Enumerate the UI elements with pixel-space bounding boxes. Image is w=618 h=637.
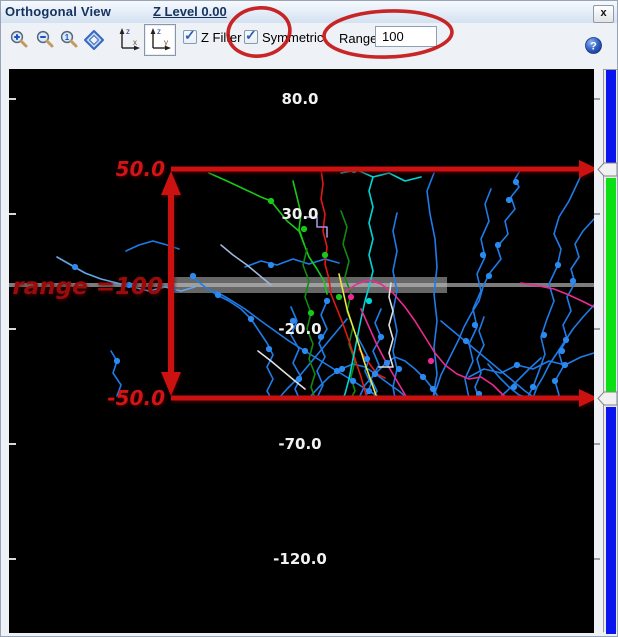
axis-zy-button[interactable]: z y [144, 24, 176, 56]
gutter-tick [594, 98, 600, 100]
slider-handle-lower[interactable] [597, 391, 618, 406]
gutter-tick [594, 558, 600, 560]
zoom-actual-button[interactable]: 1 [59, 29, 81, 51]
axis-zx-icon: z x [113, 41, 143, 58]
zoom-in-button[interactable] [9, 29, 31, 51]
lower-range-value: -50.0 [107, 386, 165, 410]
range-input[interactable] [375, 26, 437, 47]
slider-gutter [594, 69, 603, 633]
axis-label: 30.0 [281, 205, 318, 223]
axis-label: -20.0 [278, 320, 321, 338]
z-filter-label: Z Filter [201, 30, 241, 45]
gutter-tick [594, 213, 600, 215]
slider-handle-upper[interactable] [597, 162, 618, 177]
titlebar[interactable]: Orthogonal View Z Level 0.00 x [1, 1, 617, 24]
magnifier-minus-icon [35, 29, 57, 51]
magnifier-one-icon: 1 [59, 29, 81, 51]
close-button[interactable]: x [593, 5, 614, 23]
neuron-viewport[interactable]: 80.0 30.0 -20.0 -70.0 -120.0 50.0 -50.0 range =… [9, 69, 594, 633]
symmetric-label: Symmetric [262, 30, 323, 45]
slider-range-segment [606, 407, 616, 634]
window-title: Orthogonal View [5, 4, 111, 19]
compass-icon [83, 29, 105, 51]
z-range-slider[interactable] [603, 69, 618, 633]
axis-label: -70.0 [278, 435, 321, 453]
zoom-out-button[interactable] [35, 29, 57, 51]
svg-text:y: y [164, 38, 168, 47]
z-filter-checkbox[interactable]: ✓ [183, 30, 197, 44]
gutter-tick [594, 328, 600, 330]
svg-text:z: z [126, 27, 130, 36]
axis-label: 80.0 [281, 90, 318, 108]
orthogonal-view-window: Orthogonal View Z Level 0.00 x 1 [0, 0, 618, 637]
svg-text:x: x [133, 38, 137, 47]
symmetric-checkbox[interactable]: ✓ [244, 30, 258, 44]
slider-range-segment [606, 178, 616, 392]
range-annotation-text: range =100 [12, 274, 163, 300]
toolbar: 1 z x z y [1, 23, 617, 67]
question-icon: ? [590, 41, 597, 53]
svg-text:1: 1 [65, 33, 70, 42]
gutter-tick [594, 443, 600, 445]
axis-label: -120.0 [273, 550, 327, 568]
upper-range-value: 50.0 [116, 157, 165, 181]
z-level-title: Z Level 0.00 [153, 4, 227, 19]
svg-text:z: z [157, 27, 161, 36]
axis-zx-button[interactable]: z x [113, 24, 143, 54]
check-icon: ✓ [245, 27, 257, 44]
neuron-scene: 80.0 30.0 -20.0 -70.0 -120.0 50.0 -50.0 range =… [9, 69, 594, 633]
slider-range-segment [606, 70, 616, 163]
axis-zy-icon: z y [145, 40, 173, 57]
help-button[interactable]: ? [585, 37, 602, 54]
pan-button[interactable] [83, 29, 105, 51]
range-label: Range [339, 31, 377, 46]
magnifier-plus-icon [9, 29, 31, 51]
check-icon: ✓ [184, 27, 196, 44]
